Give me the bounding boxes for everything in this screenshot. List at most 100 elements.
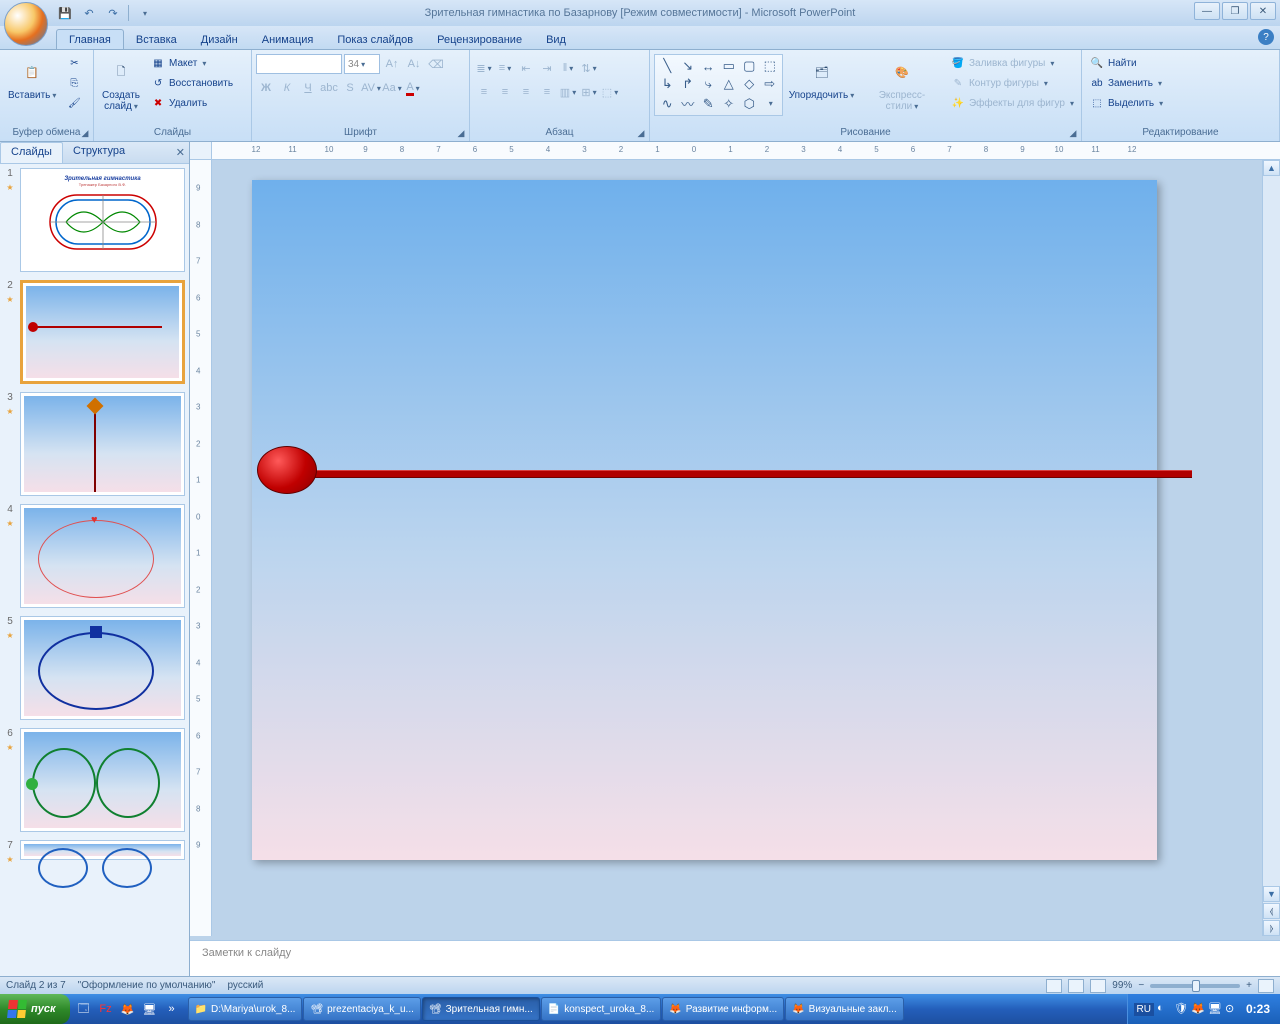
- shape-connector2-icon[interactable]: ↱: [679, 76, 698, 92]
- grow-font-button[interactable]: A↑: [382, 54, 402, 74]
- tab-review[interactable]: Рецензирование: [425, 30, 534, 49]
- slideshow-view-button[interactable]: [1090, 979, 1106, 993]
- shape-curve-icon[interactable]: ∿: [658, 94, 677, 113]
- smartart-button[interactable]: ⬚: [600, 82, 620, 102]
- replace-button[interactable]: abЗаменить: [1086, 74, 1166, 92]
- zoom-slider[interactable]: [1150, 984, 1240, 988]
- tab-slideshow[interactable]: Показ слайдов: [325, 30, 425, 49]
- quick-styles-button[interactable]: 🎨 Экспресс-стили: [860, 54, 944, 114]
- shape-line-icon[interactable]: ╲: [658, 58, 677, 74]
- slide-thumbnail-6[interactable]: [20, 728, 185, 832]
- panel-tab-outline[interactable]: Структура: [63, 142, 135, 163]
- shape-scribble-icon[interactable]: ✎: [699, 94, 718, 113]
- shape-effects-button[interactable]: ✨Эффекты для фигур: [947, 94, 1077, 112]
- status-language[interactable]: русский: [227, 980, 263, 991]
- font-family-combo[interactable]: [256, 54, 342, 74]
- align-center-button[interactable]: ≡: [495, 82, 515, 102]
- clipboard-launcher[interactable]: ◢: [79, 127, 91, 139]
- slide-thumbnail-2[interactable]: [20, 280, 185, 384]
- ql-more-icon[interactable]: »: [162, 998, 182, 1020]
- tray-icon[interactable]: ◐: [1157, 1002, 1171, 1016]
- fit-window-button[interactable]: [1258, 979, 1274, 993]
- slide-canvas[interactable]: [252, 180, 1157, 860]
- ql-tc-icon[interactable]: 🗔: [74, 998, 94, 1020]
- delete-button[interactable]: ✖Удалить: [147, 94, 236, 112]
- shape-freeform-icon[interactable]: 〰: [679, 94, 698, 113]
- next-slide-button[interactable]: ⦊: [1263, 920, 1280, 936]
- shapes-gallery[interactable]: ╲ ↘ ↔ ▭ ▢ ⬚ ↳ ↱ ⤷ △ ◇ ⇨ ∿ 〰 ✎ ✧ ⬡: [654, 54, 783, 116]
- shape-diamond-icon[interactable]: ◇: [740, 76, 759, 92]
- underline-button[interactable]: Ч: [298, 78, 318, 98]
- help-icon[interactable]: ?: [1258, 29, 1274, 45]
- save-icon[interactable]: 💾: [56, 4, 74, 22]
- align-text-button[interactable]: ⊞: [579, 82, 599, 102]
- layout-button[interactable]: ▦Макет: [147, 54, 236, 72]
- start-button[interactable]: пуск: [0, 994, 70, 1024]
- line-spacing-button[interactable]: ‖: [558, 58, 578, 78]
- strike-button[interactable]: abc: [319, 78, 339, 98]
- scroll-up-button[interactable]: ▲: [1263, 160, 1280, 176]
- prev-slide-button[interactable]: ⦉: [1263, 903, 1280, 919]
- clear-format-button[interactable]: ⌫: [426, 54, 446, 74]
- taskbar-app-button[interactable]: 🦊Развитие информ...: [662, 997, 784, 1021]
- shape-textbox-icon[interactable]: ⬚: [761, 58, 780, 74]
- slide-canvas-area[interactable]: [212, 160, 1262, 936]
- arrange-button[interactable]: 🗂 Упорядочить: [786, 54, 857, 103]
- shape-connector3-icon[interactable]: ⤷: [699, 76, 718, 92]
- zoom-slider-thumb[interactable]: [1192, 980, 1200, 992]
- shape-blockarrow-icon[interactable]: ⇨: [761, 76, 780, 92]
- numbering-button[interactable]: ≡: [495, 58, 515, 78]
- bullets-button[interactable]: ≣: [474, 58, 494, 78]
- tab-home[interactable]: Главная: [56, 29, 124, 49]
- shapes-more-button[interactable]: [761, 94, 780, 113]
- shape-rect-icon[interactable]: ▭: [720, 58, 739, 74]
- slide-thumbnail-5[interactable]: [20, 616, 185, 720]
- italic-button[interactable]: К: [277, 78, 297, 98]
- ql-firefox-icon[interactable]: 🦊: [118, 998, 138, 1020]
- align-left-button[interactable]: ≡: [474, 82, 494, 102]
- taskbar-app-button[interactable]: 📁D:\Mariya\urok_8...: [188, 997, 303, 1021]
- tray-icon[interactable]: 🛡: [1174, 1002, 1188, 1016]
- slide-thumbnail-3[interactable]: [20, 392, 185, 496]
- taskbar-app-button[interactable]: 📽prezentaciya_k_u...: [303, 997, 420, 1021]
- reset-button[interactable]: ↺Восстановить: [147, 74, 236, 92]
- slide-thumbnail-1[interactable]: Зрительная гимнастика Тренажер Базарного…: [20, 168, 185, 272]
- align-right-button[interactable]: ≡: [516, 82, 536, 102]
- redo-icon[interactable]: ↷: [104, 4, 122, 22]
- font-launcher[interactable]: ◢: [455, 127, 467, 139]
- format-painter-button[interactable]: 🖌: [63, 94, 85, 112]
- zoom-percent[interactable]: 99%: [1112, 980, 1132, 991]
- lang-indicator[interactable]: RU: [1134, 1003, 1154, 1016]
- shape-triangle-icon[interactable]: △: [720, 76, 739, 92]
- tab-design[interactable]: Дизайн: [189, 30, 250, 49]
- shape-connector1-icon[interactable]: ↳: [658, 76, 677, 92]
- zoom-out-button[interactable]: −: [1138, 980, 1144, 991]
- font-size-combo[interactable]: 34: [344, 54, 380, 74]
- indent-button[interactable]: ⇥: [537, 58, 557, 78]
- sorter-view-button[interactable]: [1068, 979, 1084, 993]
- paragraph-launcher[interactable]: ◢: [635, 127, 647, 139]
- select-button[interactable]: ⬚Выделить: [1086, 94, 1166, 112]
- clock[interactable]: 0:23: [1242, 1002, 1274, 1016]
- bold-button[interactable]: Ж: [256, 78, 276, 98]
- tab-animation[interactable]: Анимация: [250, 30, 326, 49]
- find-button[interactable]: 🔍Найти: [1086, 54, 1166, 72]
- text-direction-button[interactable]: ⇅: [579, 58, 599, 78]
- change-case-button[interactable]: Aa: [382, 78, 402, 98]
- tab-insert[interactable]: Вставка: [124, 30, 189, 49]
- tab-view[interactable]: Вид: [534, 30, 578, 49]
- tray-icon[interactable]: ⊙: [1225, 1002, 1239, 1016]
- cut-button[interactable]: ✂: [63, 54, 85, 72]
- shape-dblarrow-icon[interactable]: ↔: [699, 58, 718, 74]
- shape-arrow-icon[interactable]: ↘: [679, 58, 698, 74]
- office-button[interactable]: [4, 2, 48, 46]
- normal-view-button[interactable]: [1046, 979, 1062, 993]
- copy-button[interactable]: ⎘: [63, 74, 85, 92]
- minimize-button[interactable]: —: [1194, 2, 1220, 20]
- columns-button[interactable]: ▥: [558, 82, 578, 102]
- horizontal-ruler[interactable]: 1211109876543210123456789101112: [212, 142, 1280, 159]
- shrink-font-button[interactable]: A↓: [404, 54, 424, 74]
- taskbar-app-button[interactable]: 📄konspect_uroka_8...: [541, 997, 662, 1021]
- tray-icon[interactable]: 🖥: [1208, 1002, 1222, 1016]
- slide-thumbnail-7[interactable]: [20, 840, 185, 860]
